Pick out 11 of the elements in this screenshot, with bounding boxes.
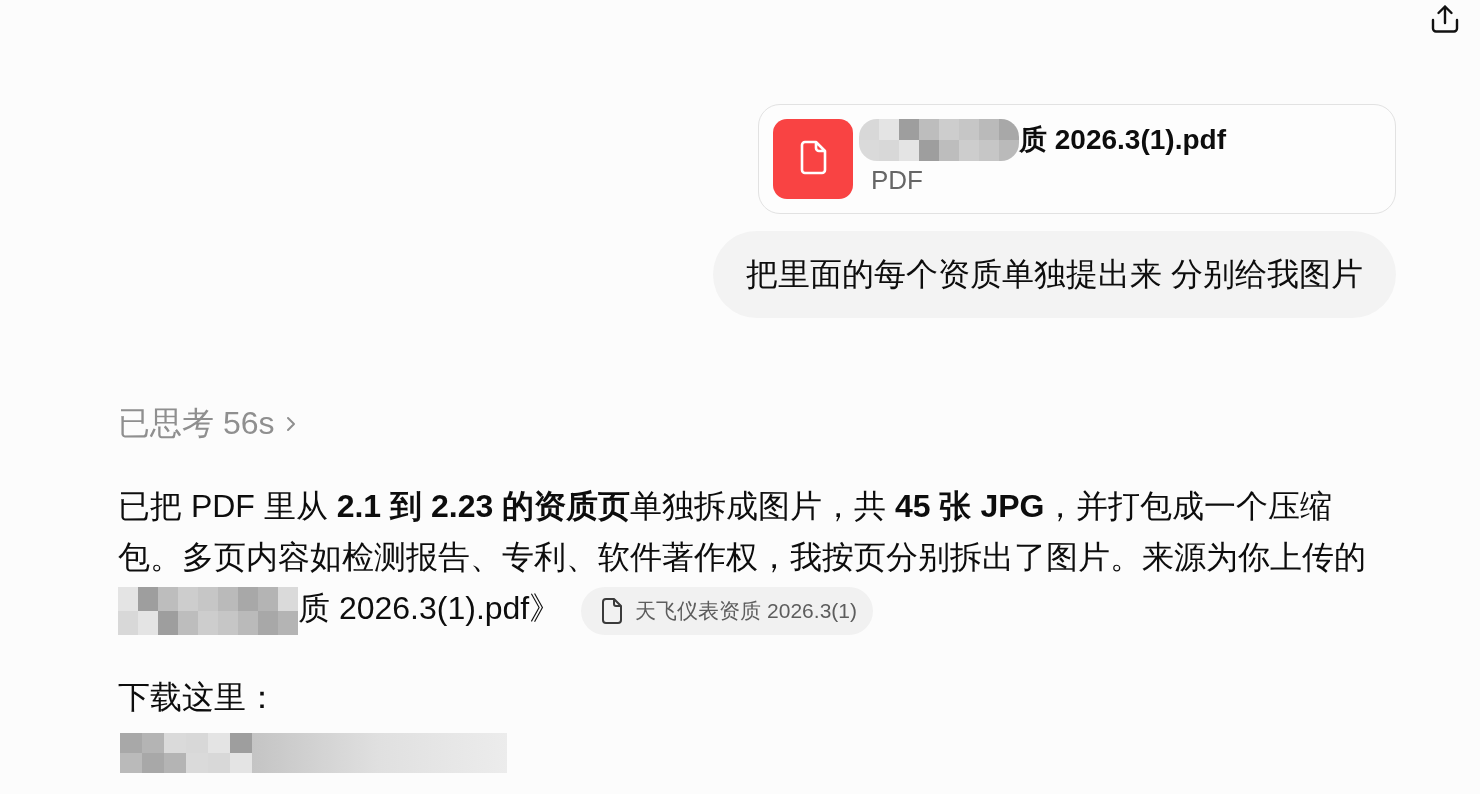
download-label: 下载这里： [118, 677, 279, 717]
document-icon [601, 597, 624, 624]
file-name: 质 2026.3(1).pdf [1019, 123, 1226, 157]
file-type: PDF [870, 164, 923, 197]
citation-chip[interactable]: 天飞仪表资质 2026.3(1) [581, 586, 873, 635]
file-attachment-card[interactable]: 质 2026.3(1).pdf PDF [758, 104, 1396, 214]
thinking-toggle[interactable]: 已思考 56s [118, 398, 297, 449]
document-icon [773, 119, 853, 199]
share-icon[interactable] [1430, 4, 1460, 34]
reply-paragraph: 已把 PDF 里从 2.1 到 2.23 的资质页单独拆成图片，共 45 张 JPG，并打包成一个压缩包。多页内容如检测报告、专利、软件著作权，我按页分别拆出了图片。来源为你上传的 质 2026.3(1).pdf》 天飞仪表资质 2026.3(1) [118, 481, 1368, 635]
user-message: 把里面的每个资质单独提出来 分别给我图片 [713, 231, 1396, 318]
